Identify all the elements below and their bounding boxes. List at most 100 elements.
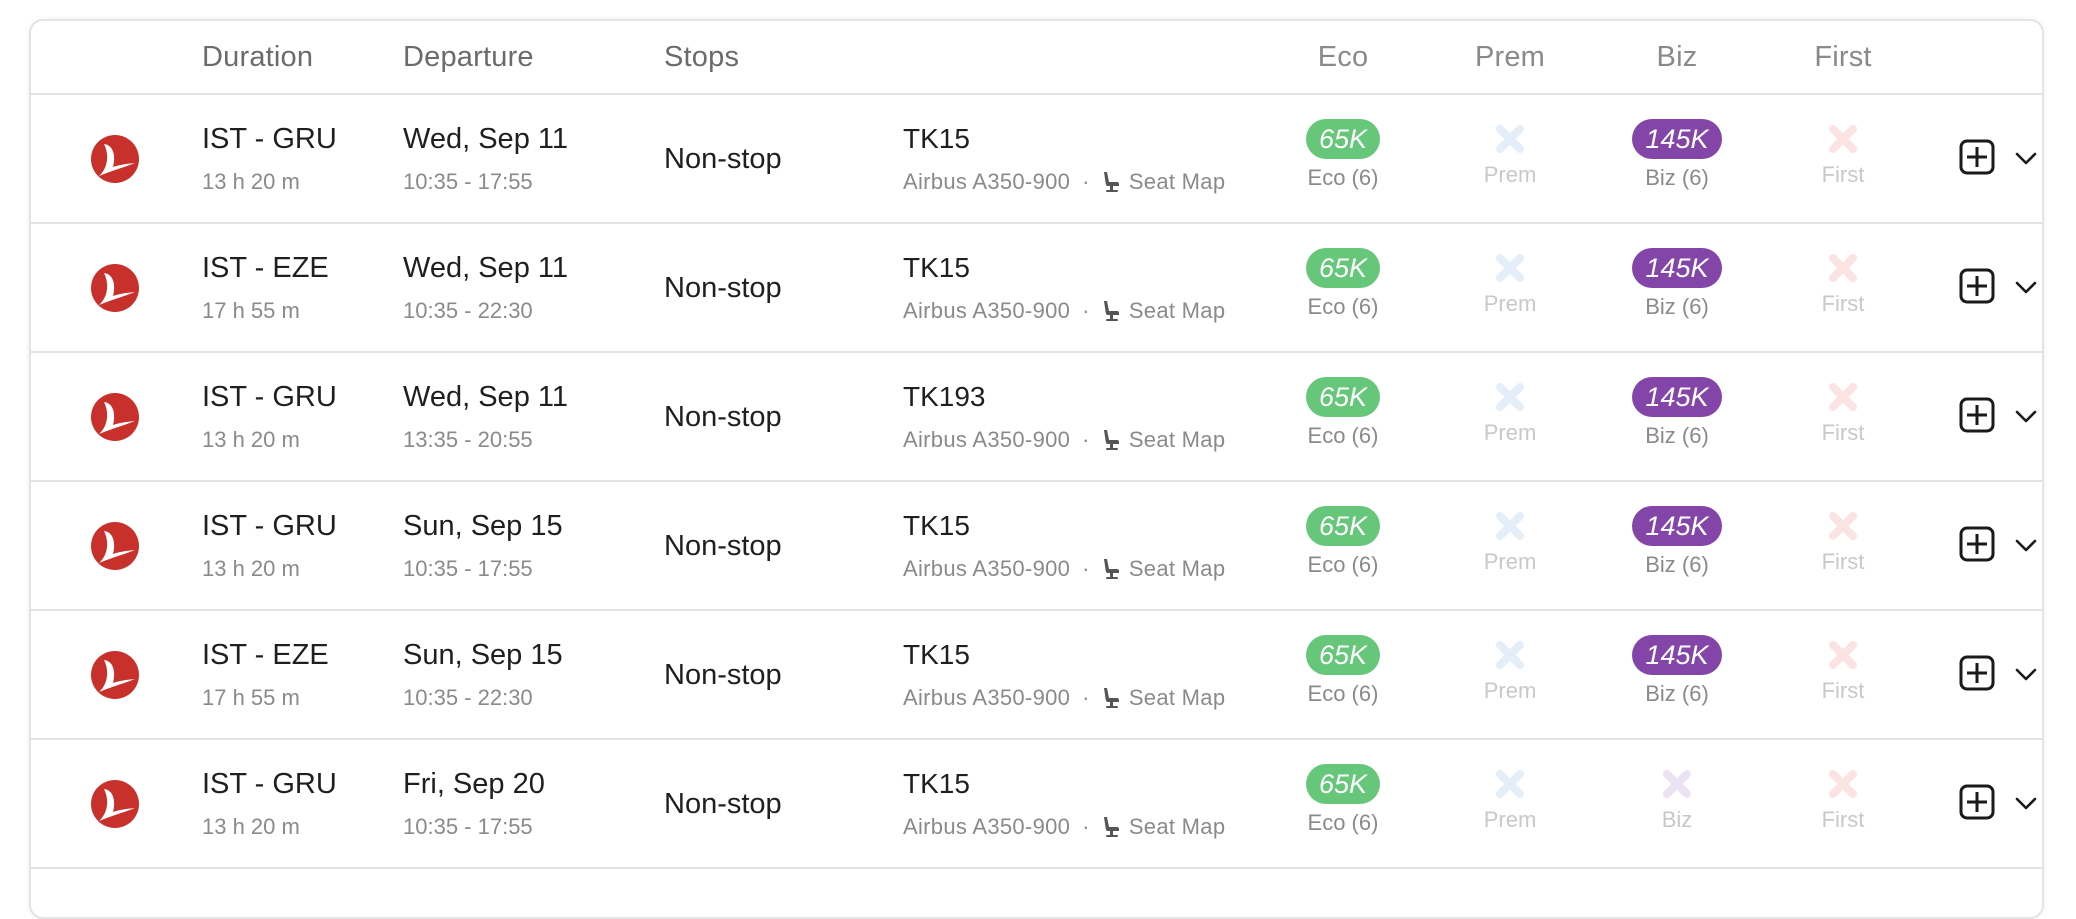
chevron-down-icon[interactable] <box>2013 532 2039 558</box>
seat-map-link[interactable]: Seat Map <box>1129 169 1226 195</box>
seat-map-link[interactable]: Seat Map <box>1129 685 1226 711</box>
route: IST - GRU <box>202 768 337 800</box>
flight-row[interactable]: IST - GRU 13 h 20 m Sun, Sep 15 10:35 - … <box>31 482 2042 611</box>
seat-map-link[interactable]: Seat Map <box>1129 814 1226 840</box>
fare-eco[interactable]: 65K Eco (6) <box>1283 119 1403 191</box>
aircraft-info: Airbus A350-900 · Seat Map <box>903 169 1225 195</box>
add-plus-square-icon[interactable] <box>1959 655 1995 691</box>
unavailable-x-icon <box>1829 254 1857 282</box>
fare-biz[interactable]: 145K Biz (6) <box>1617 248 1737 320</box>
chevron-down-icon[interactable] <box>2013 145 2039 171</box>
flight-number: TK15 <box>903 252 970 283</box>
fare-biz[interactable]: 145K Biz (6) <box>1617 377 1737 449</box>
biz-price-badge[interactable]: 145K <box>1632 248 1722 288</box>
eco-price-badge[interactable]: 65K <box>1305 635 1381 675</box>
header-eco[interactable]: Eco <box>1318 41 1369 74</box>
unavailable-x-icon <box>1496 254 1524 282</box>
seat-icon[interactable] <box>1102 816 1120 838</box>
fare-eco[interactable]: 65K Eco (6) <box>1283 635 1403 707</box>
eco-price-badge[interactable]: 65K <box>1305 764 1381 804</box>
seat-icon[interactable] <box>1102 429 1120 451</box>
flight-row[interactable]: IST - GRU 13 h 20 m Wed, Sep 11 13:35 - … <box>31 353 2042 482</box>
fare-prem[interactable]: Prem <box>1450 119 1570 188</box>
fare-eco[interactable]: 65K Eco (6) <box>1283 764 1403 836</box>
fare-biz[interactable]: 145K Biz (6) <box>1617 635 1737 707</box>
header-prem[interactable]: Prem <box>1475 41 1545 74</box>
add-plus-square-icon[interactable] <box>1959 526 1995 562</box>
aircraft-info: Airbus A350-900 · Seat Map <box>903 814 1225 840</box>
flight-results-card: Duration Departure Stops Eco Prem Biz Fi… <box>29 19 2044 919</box>
seat-icon[interactable] <box>1102 558 1120 580</box>
flight-row[interactable]: IST - EZE 17 h 55 m Wed, Sep 11 10:35 - … <box>31 224 2042 353</box>
add-plus-square-icon[interactable] <box>1959 397 1995 433</box>
stops: Non-stop <box>664 401 782 433</box>
fare-first[interactable]: First <box>1783 506 1903 575</box>
departure-date: Wed, Sep 11 <box>403 123 568 155</box>
unavailable-x-icon <box>1829 125 1857 153</box>
eco-price-badge[interactable]: 65K <box>1305 377 1381 417</box>
flight-number: TK15 <box>903 639 970 670</box>
route: IST - GRU <box>202 123 337 155</box>
seat-icon[interactable] <box>1102 300 1120 322</box>
flight-row[interactable]: IST - EZE 17 h 55 m Sun, Sep 15 10:35 - … <box>31 611 2042 740</box>
duration: 17 h 55 m <box>202 685 300 710</box>
unavailable-x-icon <box>1663 770 1691 798</box>
flight-row[interactable]: IST - GRU 13 h 20 m Wed, Sep 11 10:35 - … <box>31 95 2042 224</box>
separator-dot: · <box>1082 298 1090 323</box>
eco-price-badge[interactable]: 65K <box>1305 119 1381 159</box>
header-duration[interactable]: Duration <box>202 41 313 74</box>
add-plus-square-icon[interactable] <box>1959 268 1995 304</box>
biz-price-badge[interactable]: 145K <box>1632 119 1722 159</box>
eco-price-badge[interactable]: 65K <box>1305 506 1381 546</box>
eco-fare-label: Eco (6) <box>1307 552 1379 577</box>
add-plus-square-icon[interactable] <box>1959 784 1995 820</box>
aircraft-type: Airbus A350-900 <box>903 685 1071 710</box>
fare-first[interactable]: First <box>1783 377 1903 446</box>
fare-prem[interactable]: Prem <box>1450 506 1570 575</box>
fare-biz[interactable]: 145K Biz (6) <box>1617 506 1737 578</box>
add-plus-square-icon[interactable] <box>1959 139 1995 175</box>
seat-icon[interactable] <box>1102 171 1120 193</box>
header-stops[interactable]: Stops <box>664 41 739 74</box>
unavailable-x-icon <box>1496 383 1524 411</box>
chevron-down-icon[interactable] <box>2013 403 2039 429</box>
eco-price-badge[interactable]: 65K <box>1305 248 1381 288</box>
biz-fare-label: Biz (6) <box>1645 423 1709 448</box>
departure-date: Wed, Sep 11 <box>403 252 568 284</box>
flight-row[interactable]: IST - GRU 13 h 20 m Fri, Sep 20 10:35 - … <box>31 740 2042 869</box>
fare-eco[interactable]: 65K Eco (6) <box>1283 377 1403 449</box>
stops: Non-stop <box>664 530 782 562</box>
eco-fare-label: Eco (6) <box>1307 294 1379 319</box>
aircraft-type: Airbus A350-900 <box>903 556 1071 581</box>
fare-eco[interactable]: 65K Eco (6) <box>1283 506 1403 578</box>
fare-prem[interactable]: Prem <box>1450 635 1570 704</box>
seat-icon[interactable] <box>1102 687 1120 709</box>
seat-map-link[interactable]: Seat Map <box>1129 556 1226 582</box>
chevron-down-icon[interactable] <box>2013 661 2039 687</box>
seat-map-link[interactable]: Seat Map <box>1129 427 1226 453</box>
fare-first[interactable]: First <box>1783 764 1903 833</box>
biz-price-badge[interactable]: 145K <box>1632 377 1722 417</box>
fare-prem[interactable]: Prem <box>1450 764 1570 833</box>
aircraft-type: Airbus A350-900 <box>903 814 1071 839</box>
fare-biz[interactable]: Biz <box>1617 764 1737 833</box>
header-departure[interactable]: Departure <box>403 41 534 74</box>
fare-biz[interactable]: 145K Biz (6) <box>1617 119 1737 191</box>
biz-price-badge[interactable]: 145K <box>1632 635 1722 675</box>
header-biz[interactable]: Biz <box>1657 41 1698 74</box>
header-first[interactable]: First <box>1814 41 1871 74</box>
fare-first[interactable]: First <box>1783 248 1903 317</box>
chevron-down-icon[interactable] <box>2013 790 2039 816</box>
fare-eco[interactable]: 65K Eco (6) <box>1283 248 1403 320</box>
turkish-airlines-logo-icon <box>91 780 139 828</box>
seat-map-link[interactable]: Seat Map <box>1129 298 1226 324</box>
biz-fare-label: Biz (6) <box>1645 165 1709 190</box>
fare-first[interactable]: First <box>1783 635 1903 704</box>
fare-prem[interactable]: Prem <box>1450 248 1570 317</box>
chevron-down-icon[interactable] <box>2013 274 2039 300</box>
biz-price-badge[interactable]: 145K <box>1632 506 1722 546</box>
unavailable-x-icon <box>1496 125 1524 153</box>
fare-first[interactable]: First <box>1783 119 1903 188</box>
fare-prem[interactable]: Prem <box>1450 377 1570 446</box>
route: IST - EZE <box>202 639 329 671</box>
